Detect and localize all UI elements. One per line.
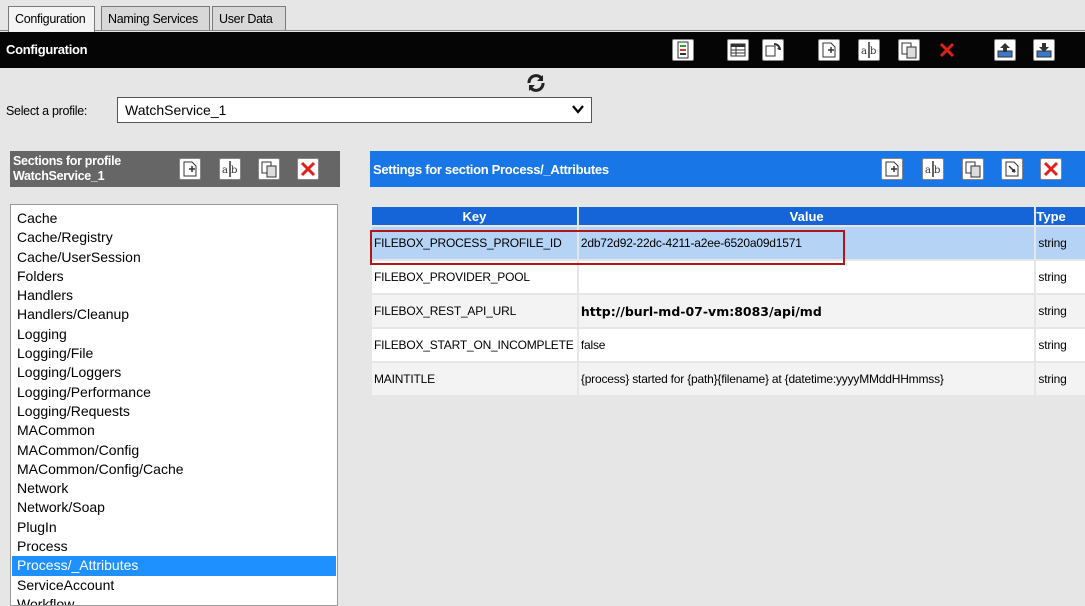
refresh-icon[interactable]	[762, 39, 784, 61]
setting-type: string	[1036, 227, 1085, 259]
rename-section-icon[interactable]: ab	[219, 158, 241, 180]
setting-value: {process} started for {path}{filename} a…	[578, 363, 1035, 395]
delete-icon[interactable]	[936, 39, 958, 61]
column-header-key[interactable]: Key	[372, 207, 577, 225]
download-icon[interactable]	[1033, 39, 1055, 61]
list-item[interactable]: Logging/Requests	[11, 402, 337, 421]
add-icon[interactable]	[818, 39, 840, 61]
list-item[interactable]: Process/_Attributes	[12, 556, 336, 576]
rename-icon[interactable]: ab	[858, 39, 880, 61]
list-item[interactable]: Handlers/Cleanup	[11, 305, 337, 324]
settings-table: Key Value Type FILEBOX_PROCESS_PROFILE_I…	[370, 205, 1085, 397]
list-item[interactable]: Logging/Loggers	[11, 363, 337, 382]
profile-label: Select a profile:	[6, 104, 88, 118]
setting-key: MAINTITLE	[372, 363, 577, 395]
sections-panel-header: Sections for profile WatchService_1 ab	[10, 151, 340, 187]
copy-icon[interactable]	[898, 39, 920, 61]
copy-setting-icon[interactable]	[962, 158, 984, 180]
profile-select[interactable]: WatchService_1	[117, 97, 592, 123]
delete-setting-icon[interactable]	[1040, 158, 1062, 180]
list-item[interactable]: MACommon/Config/Cache	[11, 460, 337, 479]
list-item[interactable]: Handlers	[11, 286, 337, 305]
tab-naming-services[interactable]: Naming Services	[101, 6, 210, 31]
setting-key: FILEBOX_PROCESS_PROFILE_ID	[372, 227, 577, 259]
settings-panel-header: Settings for section Process/_Attributes…	[370, 151, 1085, 187]
setting-key: FILEBOX_START_ON_INCOMPLETE	[372, 329, 577, 361]
setting-value: http://burl-md-07-vm:8083/api/md	[578, 295, 1035, 327]
notes-icon[interactable]	[672, 39, 694, 61]
page-title: Configuration	[6, 42, 88, 57]
column-header-type[interactable]: Type	[1036, 207, 1085, 225]
tab-bar: Configuration Naming Services User Data	[0, 0, 1085, 32]
list-item[interactable]: MACommon	[11, 421, 337, 440]
setting-key: FILEBOX_REST_API_URL	[372, 295, 577, 327]
list-item[interactable]: Workflow	[11, 595, 337, 605]
tab-user-data[interactable]: User Data	[212, 6, 286, 31]
configuration-header: Configuration ab	[0, 32, 1085, 68]
svg-text:b: b	[934, 165, 940, 176]
setting-type: string	[1036, 295, 1085, 327]
list-item[interactable]: Cache/UserSession	[11, 248, 337, 267]
list-item[interactable]: Process	[11, 537, 337, 556]
svg-text:a: a	[925, 165, 931, 176]
table-row[interactable]: MAINTITLE {process} started for {path}{f…	[372, 363, 1085, 395]
column-header-value[interactable]: Value	[578, 207, 1035, 225]
setting-type: string	[1036, 261, 1085, 293]
setting-value	[578, 261, 1035, 293]
add-setting-icon[interactable]	[881, 158, 903, 180]
setting-key: FILEBOX_PROVIDER_POOL	[372, 261, 577, 293]
list-item[interactable]: PlugIn	[11, 518, 337, 537]
svg-text:b: b	[870, 46, 876, 57]
svg-text:a: a	[861, 46, 867, 57]
list-item[interactable]: Network/Soap	[11, 498, 337, 517]
sections-list[interactable]: Cache Cache/Registry Cache/UserSession Fold…	[10, 204, 338, 606]
profile-select-value: WatchService_1	[125, 102, 227, 118]
setting-value: 2db72d92-22dc-4211-a2ee-6520a09d1571	[578, 227, 1035, 259]
add-section-icon[interactable]	[179, 158, 201, 180]
list-item[interactable]: Logging	[11, 325, 337, 344]
edit-setting-icon[interactable]	[1001, 158, 1023, 180]
list-item[interactable]: Cache/Registry	[11, 228, 337, 247]
list-item[interactable]: Cache	[11, 209, 337, 228]
setting-type: string	[1036, 363, 1085, 395]
list-item[interactable]: MACommon/Config	[11, 441, 337, 460]
sections-panel-title: Sections for profile WatchService_1	[13, 154, 121, 183]
table-icon[interactable]	[727, 39, 749, 61]
list-item[interactable]: ServiceAccount	[11, 576, 337, 595]
reload-icon[interactable]	[525, 72, 547, 94]
setting-type: string	[1036, 329, 1085, 361]
setting-value: false	[578, 329, 1035, 361]
copy-section-icon[interactable]	[258, 158, 280, 180]
chevron-down-icon	[572, 105, 584, 114]
svg-text:a: a	[222, 165, 228, 176]
list-item[interactable]: Logging/File	[11, 344, 337, 363]
tab-configuration[interactable]: Configuration	[8, 6, 95, 32]
rename-setting-icon[interactable]: ab	[922, 158, 944, 180]
table-row[interactable]: FILEBOX_REST_API_URL http://burl-md-07-v…	[372, 295, 1085, 327]
list-item[interactable]: Folders	[11, 267, 337, 286]
table-header-row: Key Value Type	[372, 207, 1085, 225]
table-row[interactable]: FILEBOX_PROVIDER_POOL string	[372, 261, 1085, 293]
table-row[interactable]: FILEBOX_PROCESS_PROFILE_ID 2db72d92-22dc…	[372, 227, 1085, 259]
svg-text:b: b	[231, 165, 237, 176]
list-item[interactable]: Logging/Performance	[11, 383, 337, 402]
list-item[interactable]: Network	[11, 479, 337, 498]
delete-section-icon[interactable]	[297, 158, 319, 180]
settings-panel-title: Settings for section Process/_Attributes	[373, 162, 609, 177]
table-row[interactable]: FILEBOX_START_ON_INCOMPLETE false string	[372, 329, 1085, 361]
upload-icon[interactable]	[994, 39, 1016, 61]
